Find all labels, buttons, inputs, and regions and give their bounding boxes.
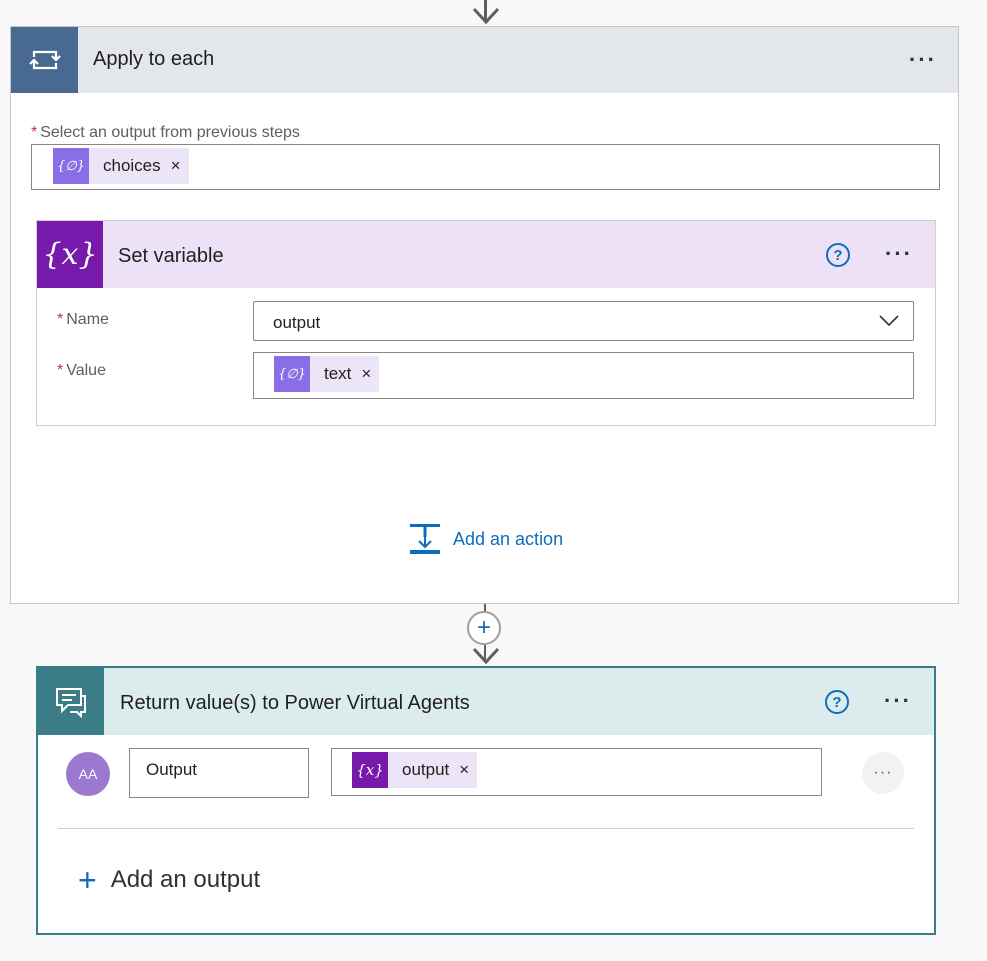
name-label: * Name (57, 311, 109, 329)
plus-icon: + (78, 862, 97, 898)
loop-icon (11, 27, 78, 93)
value-label: * Value (57, 362, 106, 380)
chat-icon (38, 668, 104, 735)
arrow-down-icon (472, 7, 500, 25)
remove-token-icon[interactable]: × (171, 156, 181, 176)
set-variable-header[interactable]: {x} Set variable ? ··· (37, 221, 935, 288)
row-more-options-button[interactable]: ··· (862, 752, 904, 794)
name-dropdown-value: output (273, 313, 321, 332)
dynamic-content-token[interactable]: {x} output × (352, 752, 478, 788)
set-variable-title: Set variable (118, 245, 224, 267)
variable-icon: {x} (352, 752, 388, 788)
required-mark: * (57, 362, 64, 379)
value-input[interactable]: {∅} text × (253, 352, 914, 399)
token-label: output (402, 760, 450, 779)
expression-icon: {∅} (274, 356, 310, 392)
return-values-card: Return value(s) to Power Virtual Agents … (36, 666, 936, 935)
plus-icon: + (476, 614, 491, 641)
divider (58, 828, 914, 829)
return-values-title: Return value(s) to Power Virtual Agents (120, 692, 470, 714)
variable-icon: {x} (37, 221, 103, 288)
required-mark: * (31, 124, 38, 141)
dynamic-content-token[interactable]: {∅} choices × (53, 148, 189, 184)
add-action-button[interactable]: Add an action (409, 523, 563, 555)
help-icon[interactable]: ? (825, 690, 849, 714)
text-type-avatar: AA (66, 752, 110, 796)
apply-to-each-header[interactable]: Apply to each ··· (11, 27, 958, 93)
more-options-icon[interactable]: ··· (885, 243, 913, 265)
dynamic-content-token[interactable]: {∅} text × (274, 356, 380, 392)
add-action-label: Add an action (453, 528, 564, 549)
select-output-input[interactable]: {∅} choices × (31, 144, 940, 190)
name-dropdown[interactable]: output (253, 301, 914, 341)
more-options-icon[interactable]: ··· (909, 49, 937, 71)
help-icon[interactable]: ? (826, 243, 850, 267)
select-output-label-text: Select an output from previous steps (40, 124, 300, 141)
insert-step-button[interactable]: + (467, 611, 501, 645)
value-label-text: Value (66, 362, 106, 379)
add-action-icon (410, 524, 440, 554)
output-name-input[interactable]: Output (129, 748, 309, 798)
remove-token-icon[interactable]: × (459, 760, 469, 780)
apply-to-each-title: Apply to each (93, 48, 215, 70)
add-output-label: Add an output (110, 866, 261, 893)
token-label: text (324, 364, 352, 383)
expression-icon: {∅} (53, 148, 89, 184)
more-options-icon[interactable]: ··· (884, 690, 912, 712)
name-label-text: Name (66, 311, 109, 328)
set-variable-card: {x} Set variable ? ··· * Name output * Val… (36, 220, 936, 426)
token-label: choices (103, 156, 161, 175)
return-values-header[interactable]: Return value(s) to Power Virtual Agents … (38, 668, 934, 735)
select-output-label: * Select an output from previous steps (31, 124, 300, 142)
output-value-input[interactable]: {x} output × (331, 748, 822, 796)
arrow-down-icon (472, 647, 500, 665)
add-output-button[interactable]: + Add an output (78, 864, 260, 896)
remove-token-icon[interactable]: × (361, 364, 371, 384)
required-mark: * (57, 311, 64, 328)
chevron-down-icon (879, 315, 899, 327)
